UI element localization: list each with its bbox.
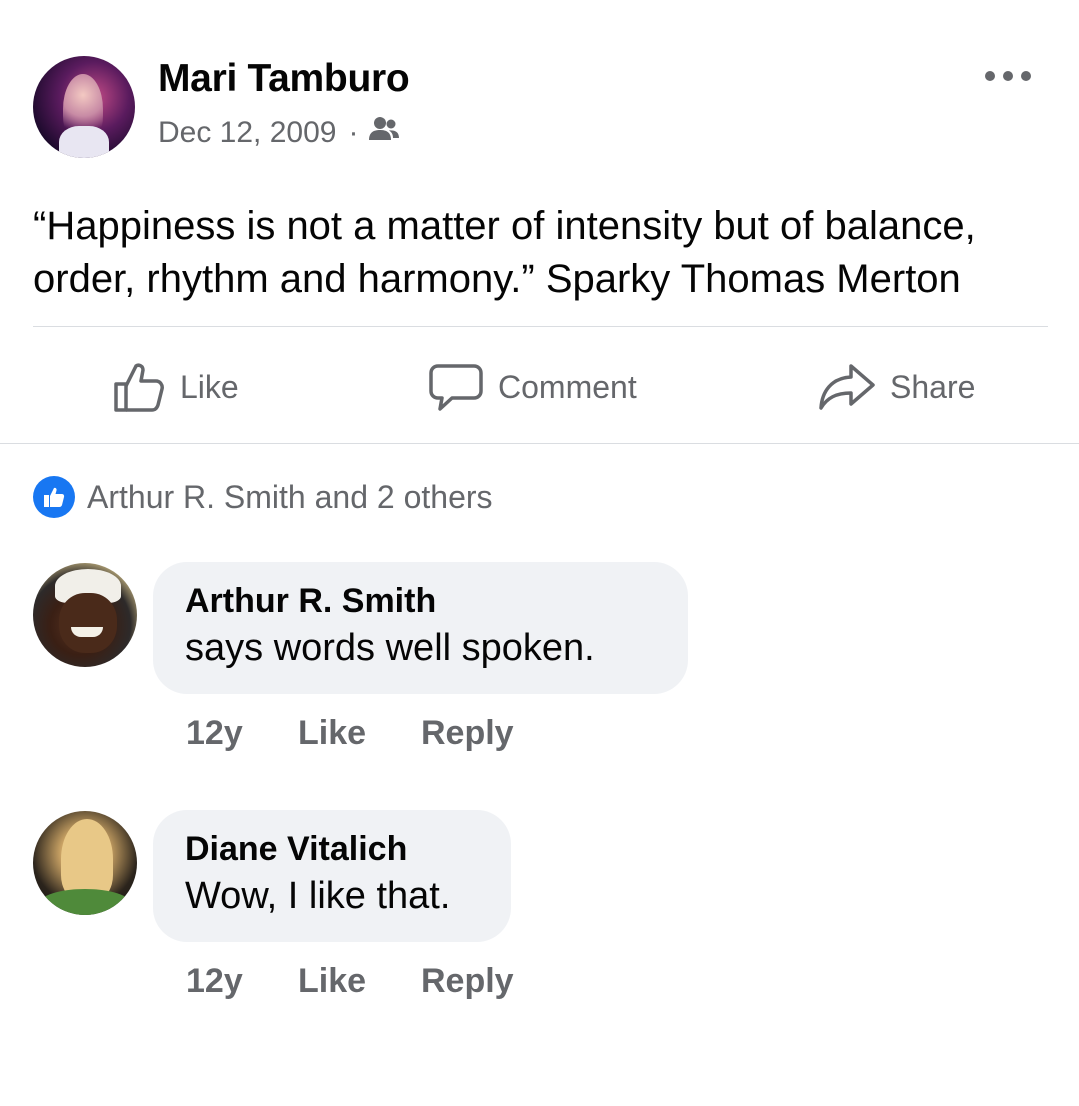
divider <box>33 326 1048 327</box>
avatar-smile <box>71 627 103 637</box>
author-avatar[interactable] <box>33 56 135 158</box>
comment-author[interactable]: Diane Vitalich <box>185 828 479 870</box>
commenter-avatar[interactable] <box>33 811 137 915</box>
dot <box>1003 71 1013 81</box>
comment-actions: 12y Like Reply <box>186 714 514 753</box>
comment-text: says words well spoken. <box>185 627 595 669</box>
share-icon <box>819 364 875 410</box>
post-date[interactable]: Dec 12, 2009 <box>158 116 336 150</box>
friends-icon[interactable] <box>368 116 400 150</box>
comment-age[interactable]: 12y <box>186 714 298 753</box>
comment-like-button[interactable]: Like <box>298 962 421 1001</box>
comment-bubble: Arthur R. Smith says words well spoken. <box>153 562 688 694</box>
dot <box>1021 71 1031 81</box>
reactions-text: Arthur R. Smith and 2 others <box>87 478 493 515</box>
comment-label: Comment <box>498 368 637 405</box>
avatar-hair <box>61 819 113 899</box>
divider <box>0 443 1079 444</box>
comment-actions: 12y Like Reply <box>186 962 514 1001</box>
comment-age[interactable]: 12y <box>186 962 298 1001</box>
author-name[interactable]: Mari Tamburo <box>158 57 410 101</box>
share-label: Share <box>890 368 976 405</box>
more-options-icon[interactable] <box>985 62 1031 90</box>
comment-reply-button[interactable]: Reply <box>421 962 514 1001</box>
commenter-avatar[interactable] <box>33 563 137 667</box>
comment-bubble: Diane Vitalich Wow, I like that. <box>153 810 511 942</box>
thumbs-up-icon <box>114 363 164 412</box>
comment-text: Wow, I like that. <box>185 875 451 917</box>
reactions-summary[interactable]: Arthur R. Smith and 2 others <box>33 476 493 518</box>
like-label: Like <box>180 368 239 405</box>
post-text: “Happiness is not a matter of intensity … <box>33 204 976 301</box>
dot <box>985 71 995 81</box>
share-button[interactable]: Share <box>818 355 975 419</box>
avatar-shirt <box>59 126 109 158</box>
like-reaction-icon <box>33 476 75 518</box>
comment-like-button[interactable]: Like <box>298 714 421 753</box>
avatar-face <box>59 593 117 653</box>
comment-reply-button[interactable]: Reply <box>421 714 514 753</box>
like-button[interactable]: Like <box>112 355 239 419</box>
post-meta: Dec 12, 2009 · <box>158 116 400 150</box>
comment-author[interactable]: Arthur R. Smith <box>185 580 656 622</box>
comment-button[interactable]: Comment <box>428 355 637 419</box>
comment-icon <box>429 364 483 411</box>
meta-separator: · <box>348 116 359 149</box>
avatar-foliage <box>39 889 131 915</box>
